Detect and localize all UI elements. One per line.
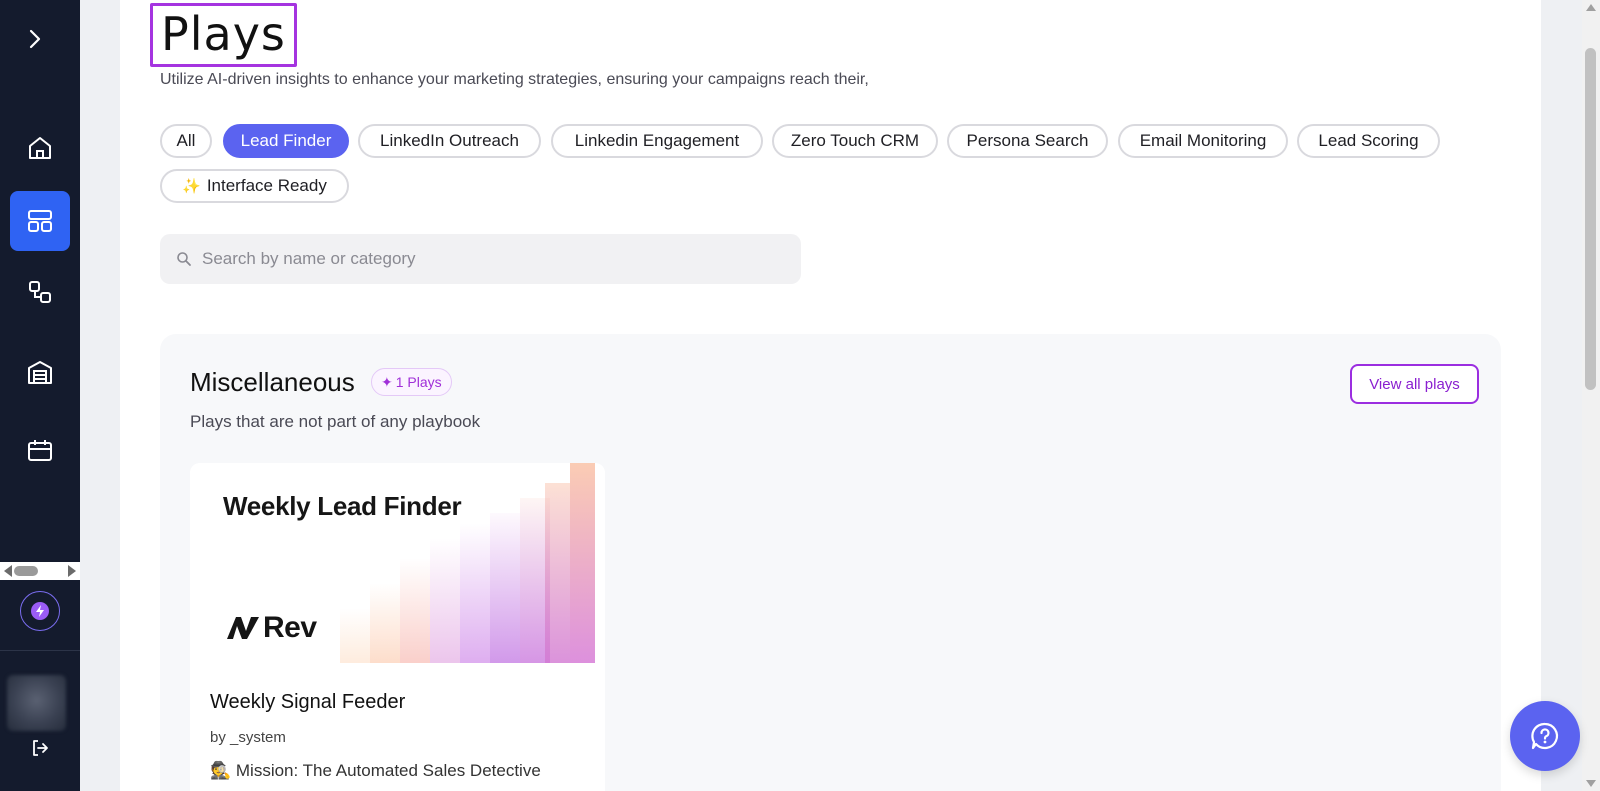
chip-email-monitoring[interactable]: Email Monitoring bbox=[1118, 124, 1288, 158]
scroll-right-arrow-icon[interactable] bbox=[68, 565, 76, 577]
chip-lead-scoring[interactable]: Lead Scoring bbox=[1297, 124, 1440, 158]
card-mission: 🕵️ Mission: The Automated Sales Detectiv… bbox=[210, 761, 541, 780]
sidebar-item-warehouse[interactable] bbox=[10, 342, 70, 402]
chip-all[interactable]: All bbox=[160, 124, 212, 158]
section-description: Plays that are not part of any playbook bbox=[190, 412, 481, 431]
sidebar-item-workflows[interactable] bbox=[10, 262, 70, 322]
layout-grid-icon bbox=[28, 210, 52, 232]
miscellaneous-section: Miscellaneous ✦ 1 Plays Plays that are no… bbox=[160, 334, 1501, 791]
page-subtitle: Utilize AI-driven insights to enhance yo… bbox=[160, 71, 869, 88]
play-card[interactable]: Weekly Lead Finder Rev Weekly Signal Fee… bbox=[190, 463, 605, 791]
card-title: Weekly Signal Feeder bbox=[210, 691, 406, 713]
chip-zero-touch-crm[interactable]: Zero Touch CRM bbox=[772, 124, 938, 158]
scroll-down-arrow-icon[interactable] bbox=[1586, 780, 1596, 787]
section-title: Miscellaneous bbox=[190, 367, 355, 397]
sparkle-icon: ✨ bbox=[182, 178, 201, 195]
search-bar[interactable] bbox=[160, 234, 801, 284]
scroll-up-arrow-icon[interactable] bbox=[1586, 4, 1596, 11]
lightning-icon bbox=[31, 602, 49, 620]
rev-logo: Rev bbox=[225, 611, 317, 645]
card-hero-image: Weekly Lead Finder Rev bbox=[190, 463, 605, 663]
help-chat-button[interactable] bbox=[1510, 701, 1580, 771]
lightning-button[interactable] bbox=[20, 591, 60, 631]
warehouse-icon bbox=[28, 361, 52, 384]
page-title: Plays bbox=[150, 3, 297, 67]
search-icon bbox=[177, 252, 191, 266]
chip-interface-ready[interactable]: ✨ Interface Ready bbox=[160, 169, 349, 203]
main-content: Plays Utilize AI-driven insights to enha… bbox=[120, 0, 1541, 791]
scrollbar-thumb[interactable] bbox=[14, 566, 38, 576]
rev-logo-icon bbox=[227, 617, 259, 639]
expand-sidebar-chevron-icon[interactable] bbox=[22, 26, 48, 52]
chip-linkedin-outreach[interactable]: LinkedIn Outreach bbox=[358, 124, 541, 158]
card-hero-title: Weekly Lead Finder bbox=[223, 491, 462, 521]
sidebar-horizontal-scrollbar[interactable] bbox=[0, 562, 80, 580]
chip-linkedin-engagement[interactable]: Linkedin Engagement bbox=[551, 124, 763, 158]
sidebar-divider bbox=[0, 650, 80, 651]
scrollbar-thumb[interactable] bbox=[1585, 48, 1596, 390]
avatar[interactable] bbox=[7, 675, 66, 731]
page-vertical-scrollbar[interactable] bbox=[1582, 0, 1600, 791]
help-chat-icon bbox=[1531, 722, 1559, 750]
card-author: by _system bbox=[210, 729, 286, 746]
flow-icon bbox=[29, 281, 51, 303]
chip-lead-finder[interactable]: Lead Finder bbox=[223, 124, 349, 158]
home-icon bbox=[29, 137, 51, 159]
scroll-left-arrow-icon[interactable] bbox=[4, 565, 12, 577]
sidebar-item-calendar[interactable] bbox=[10, 420, 70, 480]
chip-persona-search[interactable]: Persona Search bbox=[947, 124, 1108, 158]
plays-count-badge: ✦ 1 Plays bbox=[371, 368, 452, 396]
calendar-icon bbox=[28, 440, 52, 461]
sidebar-item-plays[interactable] bbox=[10, 191, 70, 251]
sidebar-item-home[interactable] bbox=[10, 118, 70, 178]
logout-icon[interactable] bbox=[27, 735, 53, 761]
sparkle-icon: ✦ bbox=[381, 373, 393, 390]
view-all-plays-button[interactable]: View all plays bbox=[1350, 364, 1479, 404]
search-input[interactable] bbox=[202, 249, 762, 269]
sidebar bbox=[0, 0, 80, 791]
